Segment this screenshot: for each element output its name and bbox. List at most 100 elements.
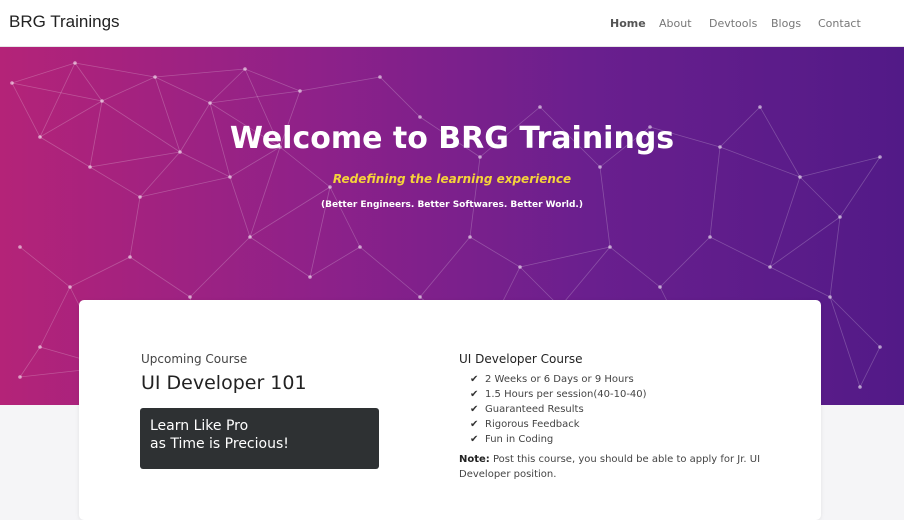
feature-item: ✔ 2 Weeks or 6 Days or 9 Hours — [470, 372, 647, 387]
mesh-line — [469, 156, 481, 238]
course-details-title: UI Developer Course — [459, 352, 583, 366]
mesh-dot — [378, 75, 382, 79]
mesh-line — [769, 176, 801, 268]
note-label: Note: — [459, 454, 490, 465]
mesh-dot — [100, 99, 104, 103]
feature-item: ✔ 1.5 Hours per session(40-10-40) — [470, 387, 647, 402]
mesh-line — [709, 146, 721, 238]
brand-logo[interactable]: BRG Trainings — [9, 12, 120, 32]
mesh-dot — [153, 75, 157, 79]
nav-blogs[interactable]: Blogs — [771, 17, 801, 30]
mesh-line — [249, 146, 281, 238]
mesh-line — [154, 68, 246, 78]
feature-text: Rigorous Feedback — [485, 419, 580, 430]
mesh-line — [249, 186, 331, 238]
check-icon: ✔ — [470, 419, 479, 430]
upcoming-label: Upcoming Course — [141, 352, 248, 366]
mesh-dot — [128, 255, 132, 259]
mesh-dot — [138, 195, 142, 199]
mesh-line — [769, 216, 841, 268]
mesh-dot — [18, 245, 22, 249]
course-card: Upcoming Course UI Developer 101 Learn L… — [79, 300, 821, 520]
navbar: BRG Trainings Home About Devtools Blogs … — [0, 0, 904, 47]
mesh-line — [519, 246, 611, 268]
check-icon: ✔ — [470, 374, 479, 385]
mesh-line — [769, 266, 831, 298]
mesh-line — [154, 76, 211, 104]
mesh-dot — [418, 295, 422, 299]
mesh-dot — [878, 345, 882, 349]
mesh-line — [709, 236, 771, 268]
mesh-dot — [308, 275, 312, 279]
mesh-line — [69, 256, 131, 288]
mesh-dot — [243, 67, 247, 71]
mesh-dot — [68, 285, 72, 289]
feature-item: ✔ Guaranteed Results — [470, 402, 647, 417]
nav-home[interactable]: Home — [610, 17, 646, 30]
mesh-line — [189, 236, 251, 298]
mesh-line — [74, 62, 156, 78]
hero-title: Welcome to BRG Trainings — [229, 121, 675, 156]
feature-list: ✔ 2 Weeks or 6 Days or 9 Hours ✔ 1.5 Hours… — [470, 372, 647, 447]
mesh-dot — [248, 235, 252, 239]
mesh-line — [379, 76, 421, 118]
mesh-dot — [758, 105, 762, 109]
mesh-line — [659, 236, 711, 288]
mesh-line — [309, 246, 361, 278]
nav-contact[interactable]: Contact — [818, 17, 861, 30]
feature-item: ✔ Fun in Coding — [470, 432, 647, 447]
promo-box: Learn Like Pro as Time is Precious! — [140, 408, 379, 469]
course-note: Note: Post this course, you should be ab… — [459, 452, 769, 482]
nav-about[interactable]: About — [659, 17, 692, 30]
mesh-dot — [358, 245, 362, 249]
mesh-dot — [708, 235, 712, 239]
mesh-dot — [10, 81, 14, 85]
mesh-dot — [38, 345, 42, 349]
mesh-dot — [858, 385, 862, 389]
mesh-dot — [538, 105, 542, 109]
mesh-line — [11, 62, 76, 84]
promo-line-1: Learn Like Pro — [150, 418, 249, 434]
mesh-line — [299, 76, 381, 92]
mesh-line — [209, 68, 246, 104]
feature-text: Fun in Coding — [485, 434, 554, 445]
mesh-line — [419, 236, 471, 298]
hero-motto: (Better Engineers. Better Softwares. Bet… — [321, 200, 583, 210]
mesh-dot — [73, 61, 77, 65]
mesh-dot — [188, 295, 192, 299]
feature-text: Guaranteed Results — [485, 404, 584, 415]
mesh-dot — [88, 165, 92, 169]
check-icon: ✔ — [470, 434, 479, 445]
mesh-line — [39, 286, 71, 348]
hero-tagline: Redefining the learning experience — [332, 172, 572, 186]
mesh-line — [559, 246, 611, 308]
nav-devtools[interactable]: Devtools — [709, 17, 757, 30]
mesh-line — [19, 346, 41, 378]
mesh-dot — [18, 375, 22, 379]
feature-text: 2 Weeks or 6 Days or 9 Hours — [485, 374, 634, 385]
mesh-dot — [838, 215, 842, 219]
mesh-line — [469, 236, 521, 268]
mesh-line — [19, 246, 71, 288]
mesh-dot — [468, 235, 472, 239]
mesh-line — [101, 76, 156, 102]
mesh-dot — [418, 115, 422, 119]
check-icon: ✔ — [470, 404, 479, 415]
mesh-dot — [208, 101, 212, 105]
mesh-dot — [828, 295, 832, 299]
mesh-dot — [768, 265, 772, 269]
mesh-dot — [598, 165, 602, 169]
mesh-line — [249, 236, 311, 278]
mesh-line — [209, 90, 301, 104]
mesh-dot — [298, 89, 302, 93]
mesh-line — [829, 296, 861, 388]
mesh-dot — [608, 245, 612, 249]
mesh-line — [129, 256, 191, 298]
note-text: Post this course, you should be able to … — [459, 454, 761, 480]
mesh-line — [829, 216, 841, 298]
promo-line-2: as Time is Precious! — [150, 436, 289, 452]
mesh-line — [359, 246, 421, 298]
check-icon: ✔ — [470, 389, 479, 400]
feature-text: 1.5 Hours per session(40-10-40) — [485, 389, 647, 400]
course-name: UI Developer 101 — [141, 372, 307, 394]
